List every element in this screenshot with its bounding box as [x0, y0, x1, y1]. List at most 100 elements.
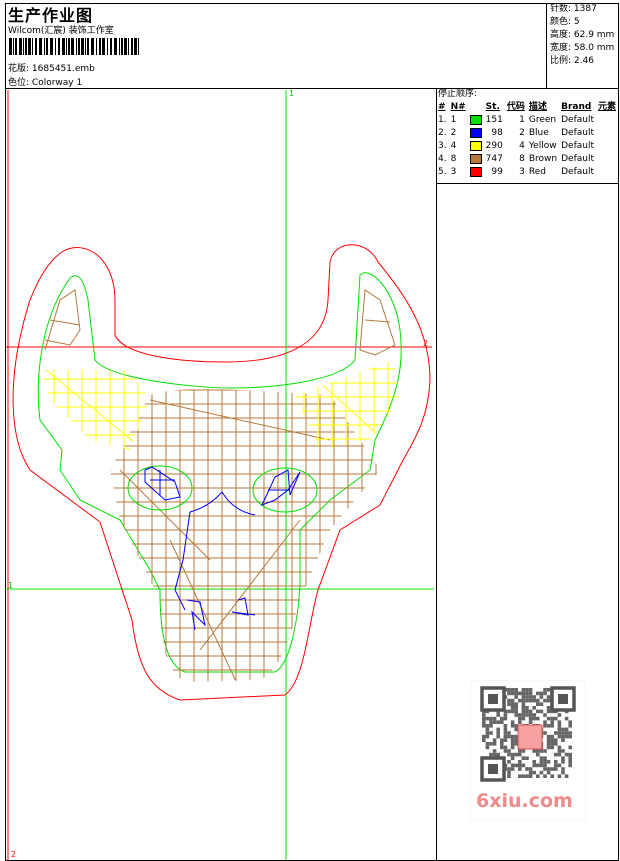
brown-horn-right	[359, 289, 396, 356]
qr-module	[507, 749, 511, 753]
color-swatch	[468, 114, 484, 127]
qr-module	[554, 742, 558, 746]
qr-module	[521, 709, 526, 714]
qr-module	[543, 713, 547, 717]
qr-module	[539, 709, 544, 714]
qr-module	[539, 702, 544, 706]
qr-module	[492, 742, 497, 746]
qr-module	[507, 774, 511, 778]
qr-module	[482, 738, 486, 742]
qr-module	[546, 767, 551, 771]
color-description: Blue	[528, 128, 549, 138]
table-row: 5. 3 99 3 Red Default	[436, 166, 618, 179]
qr-module	[557, 763, 562, 768]
qr-module	[518, 713, 522, 717]
qr-module	[561, 756, 565, 760]
qr-module	[485, 716, 490, 721]
thread-brand: Default	[561, 167, 595, 177]
table-row: 1. 1 151 1 Green Default	[436, 114, 618, 127]
qr-module	[568, 756, 572, 760]
qr-module	[554, 760, 558, 764]
qr-module	[514, 724, 518, 728]
qr-module	[507, 702, 511, 706]
qr-module	[557, 720, 562, 724]
qr-module	[564, 727, 569, 732]
qr-module	[539, 756, 544, 760]
qr-module	[557, 749, 562, 753]
qr-module	[510, 738, 515, 742]
qr-module	[525, 698, 529, 703]
qr-module	[514, 738, 518, 742]
row-index: 1.	[438, 115, 447, 125]
qr-module	[510, 724, 515, 728]
qr-module	[510, 734, 515, 739]
qr-module	[536, 702, 540, 706]
qr-module	[550, 742, 554, 746]
qr-module	[550, 745, 554, 750]
qr-module	[482, 713, 486, 717]
qr-module	[528, 695, 533, 699]
qr-module	[528, 709, 533, 714]
qr-module	[507, 767, 511, 771]
qr-module	[521, 756, 526, 760]
qr-module	[514, 695, 518, 699]
qr-module	[564, 731, 569, 735]
stitch-count: 99	[491, 167, 503, 177]
qr-module	[489, 716, 493, 721]
qr-module	[510, 720, 515, 724]
qr-module	[518, 720, 522, 724]
qr-module	[557, 774, 562, 778]
col-code: 代码	[506, 102, 525, 112]
qr-module	[543, 760, 547, 764]
qr-module	[536, 716, 540, 721]
qr-module	[543, 767, 547, 771]
qr-module	[521, 716, 526, 721]
qr-module	[525, 706, 529, 710]
qr-module	[514, 688, 518, 692]
qr-module	[546, 724, 551, 728]
qr-module	[539, 760, 544, 764]
needle-number: 3	[450, 167, 457, 177]
qr-module	[532, 698, 536, 703]
blue-nose-line	[174, 491, 256, 611]
color-code: 8	[519, 154, 525, 164]
qr-module	[521, 691, 526, 696]
qr-module	[521, 774, 526, 778]
qr-module	[496, 727, 500, 732]
qr-module	[514, 709, 518, 714]
qr-module	[532, 695, 536, 699]
qr-module	[554, 716, 558, 721]
qr-module	[500, 742, 504, 746]
qr-module	[518, 691, 522, 696]
qr-module	[489, 724, 493, 728]
col-description: 描述	[528, 102, 547, 112]
table-header: # N# St. 代码 描述 Brand 元素	[436, 101, 618, 114]
qr-module	[528, 767, 533, 771]
qr-module	[532, 716, 536, 721]
design-stats: 针数: 1387 颜色: 5 高度: 62.9 mm 宽度: 58.0 mm 比…	[546, 3, 619, 88]
qr-module	[554, 752, 558, 757]
qr-module	[528, 770, 533, 775]
color-code: 3	[519, 167, 525, 177]
qr-module	[532, 706, 536, 710]
qr-module	[482, 716, 486, 721]
qr-module	[510, 706, 515, 710]
qr-module	[500, 716, 504, 721]
qr-module	[536, 752, 540, 757]
element	[596, 140, 618, 153]
qr-module	[514, 763, 518, 768]
qr-module	[514, 706, 518, 710]
qr-module	[561, 749, 565, 753]
stop-sequence-title: 停止顺序:	[438, 89, 478, 99]
qr-module	[507, 688, 511, 692]
qr-module	[507, 734, 511, 739]
element	[596, 153, 618, 166]
qr-module	[521, 702, 526, 706]
qr-module	[536, 698, 540, 703]
qr-module	[546, 709, 551, 714]
qr-module	[510, 691, 515, 696]
thread-brand: Default	[561, 141, 595, 151]
qr-module	[550, 767, 554, 771]
marker-green-top: 1	[289, 89, 294, 98]
qr-module	[514, 702, 518, 706]
